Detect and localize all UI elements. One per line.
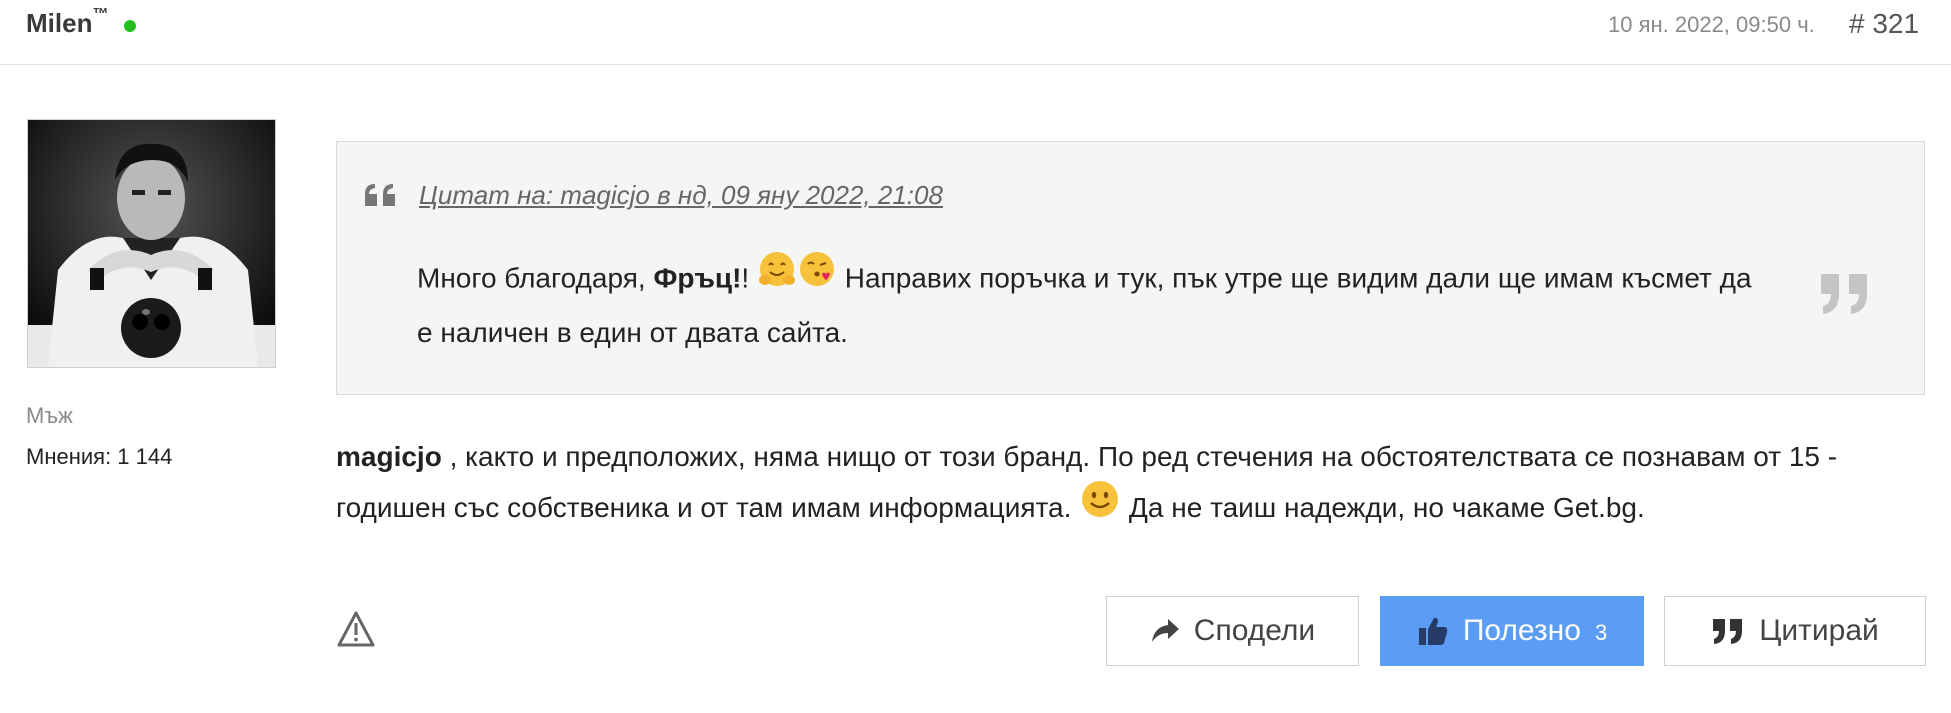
avatar[interactable]: [27, 119, 276, 368]
quote-open-icon: [363, 182, 399, 213]
share-label: Сподели: [1193, 614, 1316, 647]
quote-block: Цитат на: magicjo в нд, 09 яну 2022, 21:…: [336, 141, 1925, 395]
post-body: magicjo , както и предположих, няма нищо…: [336, 432, 1926, 538]
quote-text-start: Много благодаря,: [417, 262, 654, 294]
avatar-image: [28, 120, 275, 367]
author-gender: Мъж: [26, 403, 73, 428]
share-arrow-icon: [1150, 618, 1180, 644]
quote-cite-link[interactable]: Цитат на: magicjo в нд, 09 яну 2022, 21:…: [419, 180, 943, 211]
quote-text: Много благодаря, Фръц!! Направих поръчка…: [417, 252, 1757, 358]
useful-count: 3: [1594, 620, 1608, 645]
post-date: 10 ян. 2022, 09:50 ч.: [1608, 12, 1815, 37]
username-text: Milen: [26, 8, 93, 38]
report-warning-icon[interactable]: [336, 610, 376, 653]
user-mention[interactable]: magicjo: [336, 441, 442, 472]
username-trademark: ™: [92, 6, 109, 23]
useful-button[interactable]: Полезно 3: [1380, 596, 1644, 666]
quote-label: Цитирай: [1759, 614, 1879, 647]
quote-close-icon: [1819, 272, 1871, 321]
quote-text-exclaim: !: [741, 262, 757, 294]
post-body-text-2: Да не таиш надежди, но чакаме Get.bg.: [1121, 491, 1645, 523]
useful-label: Полезно: [1462, 614, 1581, 647]
kissing-face-emoji: [797, 249, 837, 305]
smile-emoji: [1079, 478, 1121, 535]
post-number-link[interactable]: # 321: [1849, 8, 1919, 40]
thumbs-up-icon: [1417, 615, 1449, 647]
post-header: Milen™ 10 ян. 2022, 09:50 ч. # 321: [0, 0, 1951, 65]
online-status-icon: [124, 20, 136, 32]
share-button[interactable]: Сподели: [1106, 596, 1359, 666]
quote-button[interactable]: Цитирай: [1664, 596, 1926, 666]
hugging-face-emoji: [757, 249, 797, 305]
username-link[interactable]: Milen™: [26, 6, 109, 39]
quote-icon: [1711, 617, 1745, 645]
author-opinions-count: Мнения: 1 144: [26, 444, 173, 469]
quote-bold-name: Фръц!: [653, 262, 742, 294]
